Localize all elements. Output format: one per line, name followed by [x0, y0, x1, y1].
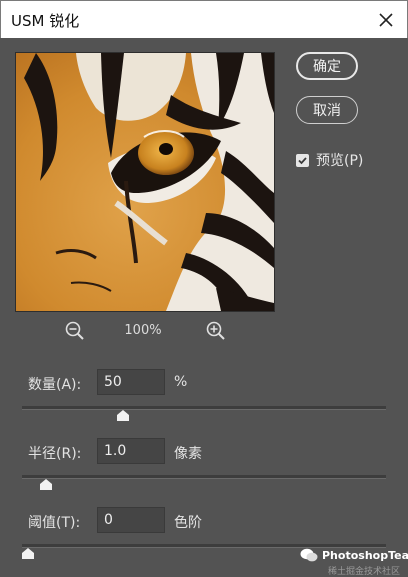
preview-label: 预览(P)	[316, 153, 364, 169]
wechat-icon	[300, 548, 318, 562]
watermark-text: PhotoshopTea	[322, 548, 408, 562]
window-title: USM 锐化	[11, 12, 80, 30]
tiger-eye-image	[16, 53, 274, 311]
zoom-in-icon	[206, 321, 225, 340]
radius-input[interactable]	[97, 438, 165, 464]
title-bar: USM 锐化	[0, 0, 408, 38]
amount-label: 数量(A):	[28, 377, 82, 393]
close-button[interactable]	[371, 5, 401, 35]
zoom-out-button[interactable]	[64, 320, 86, 346]
threshold-unit: 色阶	[174, 515, 202, 531]
usm-sharpen-dialog: 确定 取消 预览(P) 100% 数量(A): %	[0, 38, 408, 577]
radius-slider-thumb[interactable]	[39, 479, 52, 490]
radius-slider[interactable]	[22, 475, 386, 490]
watermark-subtext: 稀土掘金技术社区	[328, 567, 401, 577]
zoom-level: 100%	[124, 323, 162, 338]
amount-slider-thumb[interactable]	[117, 410, 130, 421]
preview-checkbox[interactable]: 预览(P)	[296, 150, 363, 170]
checkbox-box[interactable]	[296, 153, 309, 167]
radius-unit: 像素	[174, 446, 202, 462]
zoom-out-icon	[65, 321, 84, 340]
amount-slider[interactable]	[22, 406, 386, 421]
cancel-button[interactable]: 取消	[296, 96, 358, 124]
threshold-slider-thumb[interactable]	[22, 548, 34, 559]
checkmark-icon	[298, 156, 307, 164]
radius-label: 半径(R):	[28, 446, 82, 462]
amount-input[interactable]	[97, 369, 165, 395]
ok-button[interactable]: 确定	[296, 52, 358, 80]
threshold-input[interactable]	[97, 507, 165, 533]
zoom-in-button[interactable]	[205, 320, 227, 346]
preview-image[interactable]	[15, 52, 275, 312]
threshold-label: 阈值(T):	[28, 515, 81, 531]
amount-unit: %	[174, 374, 188, 390]
close-icon	[379, 13, 393, 27]
zoom-controls: 100%	[0, 320, 290, 344]
watermark: PhotoshopTea	[300, 548, 408, 562]
